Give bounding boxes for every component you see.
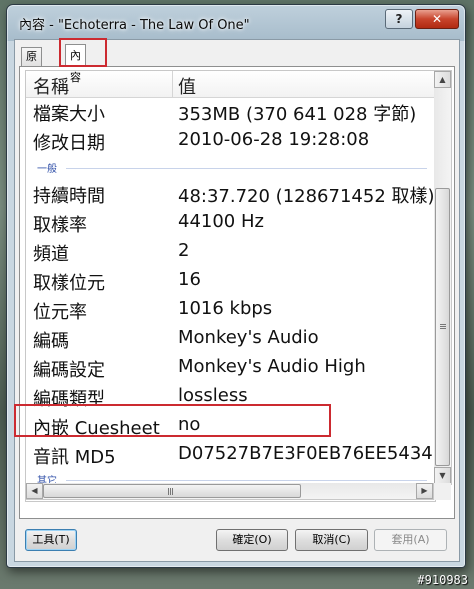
grip-icon (440, 324, 446, 325)
list-item[interactable]: 音訊 MD5 D07527B7E3F0EB76EE5434D (26, 441, 436, 470)
close-button[interactable]: ✕ (415, 9, 459, 29)
scroll-down-icon[interactable]: ▼ (434, 467, 451, 484)
scroll-right-icon[interactable]: ▶ (416, 483, 433, 499)
row-value: 1016 kbps (178, 298, 273, 319)
window-title: 內容 - "Echoterra - The Law Of One" (19, 18, 250, 33)
row-value: 16 (178, 269, 201, 290)
list-item[interactable]: 檔案大小 353MB (370 641 028 字節) (26, 98, 435, 127)
group-divider (66, 168, 427, 169)
row-key: 編碼 (33, 331, 69, 352)
group-divider (66, 480, 427, 481)
row-value: 44100 Hz (178, 211, 264, 232)
properties-list[interactable]: 名稱 值 檔案大小 353MB (370 641 028 字節) 修改日期 20… (25, 70, 436, 502)
tab-panel: 名稱 值 檔案大小 353MB (370 641 028 字節) 修改日期 20… (19, 66, 455, 519)
column-name-header[interactable]: 名稱 (33, 73, 69, 99)
row-key: 頻道 (33, 244, 69, 265)
row-value: Monkey's Audio (178, 327, 319, 348)
scroll-corner (434, 483, 451, 500)
row-value: 353MB (370 641 028 字節) (178, 104, 417, 125)
row-value: 2 (178, 240, 190, 261)
row-key: 修改日期 (33, 133, 105, 154)
list-item[interactable]: 編碼 Monkey's Audio (26, 325, 435, 354)
vertical-scroll-thumb[interactable] (435, 188, 450, 466)
list-item[interactable]: 內嵌 Cuesheet no (26, 412, 435, 441)
properties-dialog: 內容 - "Echoterra - The Law Of One" ? ✕ 原資… (6, 4, 466, 568)
row-value: Monkey's Audio High (178, 356, 366, 377)
row-value: 48:37.720 (128671452 取樣) (178, 186, 435, 207)
column-value-header[interactable]: 值 (178, 73, 196, 99)
ok-button[interactable]: 確定(O) (216, 529, 288, 551)
watermark: #910983 (417, 573, 468, 587)
row-value: no (178, 414, 201, 435)
cancel-button[interactable]: 取消(C) (295, 529, 368, 551)
row-key: 位元率 (33, 302, 87, 323)
list-item[interactable]: 修改日期 2010-06-28 19:28:08 (26, 127, 435, 156)
scroll-up-icon[interactable]: ▲ (434, 71, 451, 88)
title-bar[interactable]: 內容 - "Echoterra - The Law Of One" ? ✕ (7, 5, 465, 39)
horizontal-scrollbar[interactable]: ◀ ▶ (25, 483, 434, 500)
row-key: 編碼類型 (33, 389, 105, 410)
list-item[interactable]: 編碼類型 lossless (26, 383, 435, 412)
row-value: D07527B7E3F0EB76EE5434D (178, 443, 436, 464)
title-buttons: ? ✕ (385, 9, 459, 29)
row-key: 持續時間 (33, 186, 105, 207)
grip-icon (168, 488, 169, 495)
row-key: 檔案大小 (33, 104, 105, 125)
dialog-client: 原資料 內容 名稱 值 檔案大小 353MB (370 641 028 字節) … (14, 39, 460, 562)
tools-button[interactable]: 工具(T) (25, 529, 77, 551)
scroll-left-icon[interactable]: ◀ (26, 483, 43, 499)
list-item[interactable]: 持續時間 48:37.720 (128671452 取樣) (26, 180, 435, 209)
vertical-scrollbar[interactable]: ▲ ▼ (434, 70, 452, 485)
row-key: 取樣位元 (33, 273, 105, 294)
horizontal-scroll-thumb[interactable] (43, 484, 301, 498)
row-key: 音訊 MD5 (33, 447, 116, 468)
group-label: 一般 (37, 160, 61, 175)
list-item[interactable]: 取樣位元 16 (26, 267, 435, 296)
tab-metadata[interactable]: 原資料 (21, 47, 42, 99)
row-key: 取樣率 (33, 215, 87, 236)
list-header: 名稱 值 (26, 71, 435, 98)
list-item[interactable]: 位元率 1016 kbps (26, 296, 435, 325)
tab-properties[interactable]: 內容 (65, 44, 86, 84)
list-item[interactable]: 取樣率 44100 Hz (26, 209, 435, 238)
row-value: lossless (178, 385, 248, 406)
help-button[interactable]: ? (385, 9, 413, 29)
list-item[interactable]: 編碼設定 Monkey's Audio High (26, 354, 435, 383)
list-item[interactable]: 頻道 2 (26, 238, 435, 267)
column-separator[interactable] (172, 71, 173, 97)
group-header-general[interactable]: 一般 (26, 160, 435, 176)
row-key: 編碼設定 (33, 360, 105, 381)
row-key: 內嵌 Cuesheet (33, 418, 160, 439)
apply-button[interactable]: 套用(A) (374, 529, 447, 551)
row-value: 2010-06-28 19:28:08 (178, 129, 370, 150)
